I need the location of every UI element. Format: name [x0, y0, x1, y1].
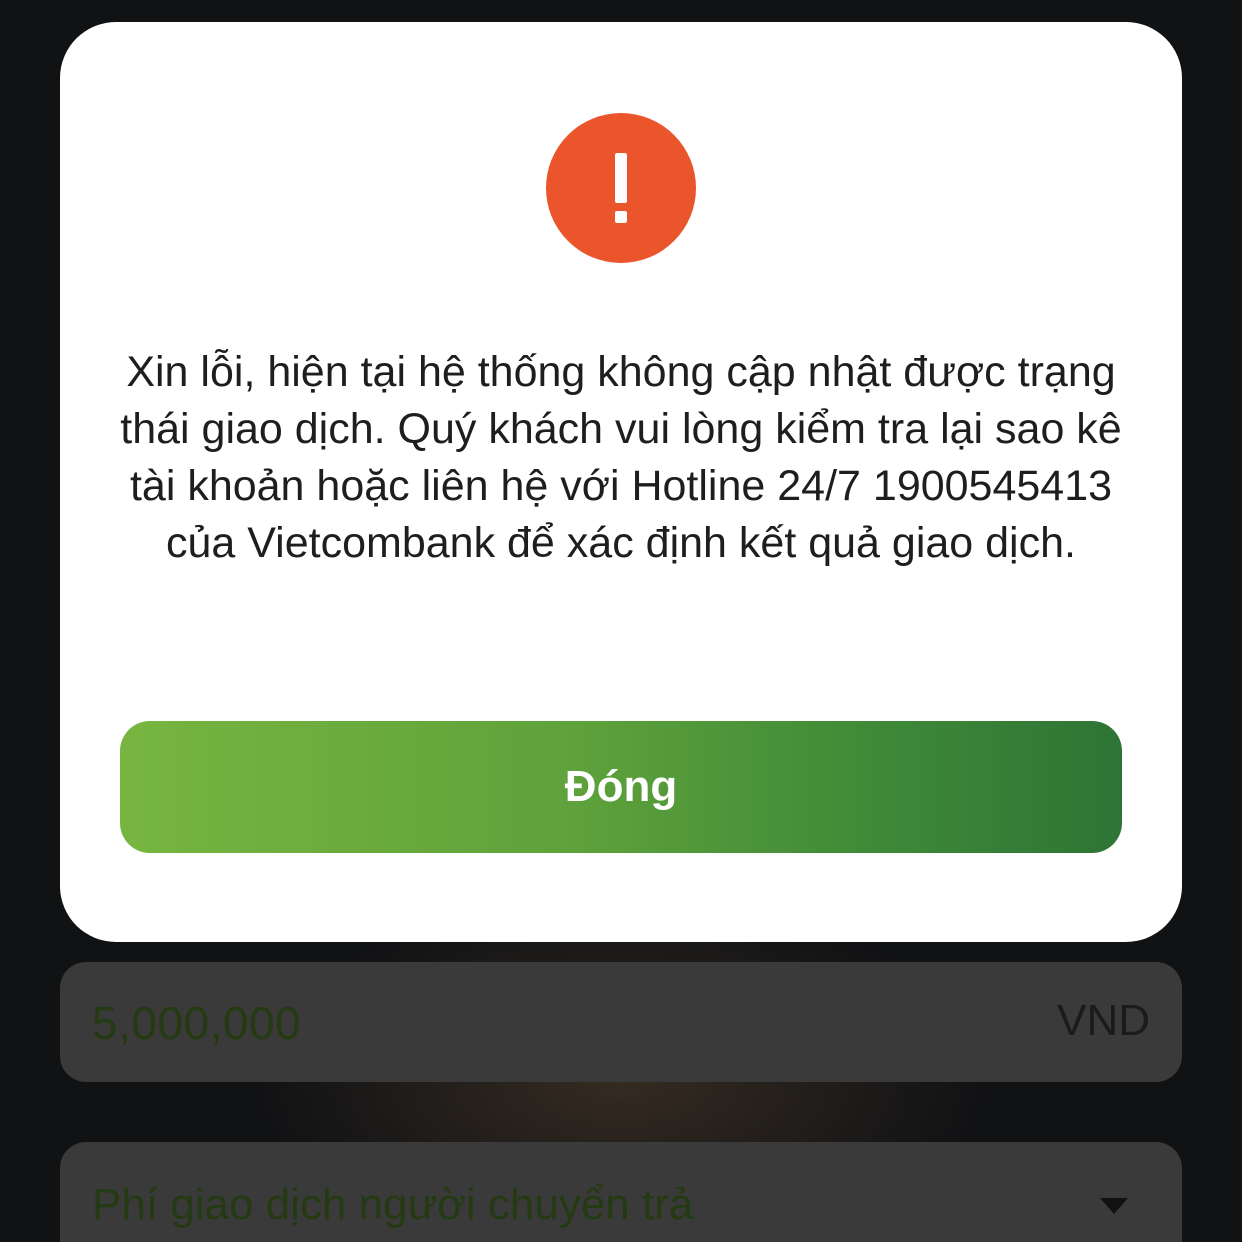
exclamation-icon	[546, 113, 696, 263]
exclamation-dot	[615, 211, 627, 223]
fee-payer-select[interactable]: Phí giao dịch người chuyển trả	[60, 1142, 1182, 1242]
exclamation-bar	[615, 153, 627, 203]
close-button[interactable]: Đóng	[120, 721, 1122, 853]
error-dialog: Xin lỗi, hiện tại hệ thống không cập nhậ…	[60, 22, 1182, 942]
currency-label: VND	[1057, 996, 1150, 1045]
fee-payer-label: Phí giao dịch người chuyển trả	[92, 1180, 694, 1229]
amount-value: 5,000,000	[92, 997, 302, 1049]
amount-field[interactable]: 5,000,000 VND	[60, 962, 1182, 1082]
chevron-down-icon	[1100, 1198, 1128, 1214]
error-message: Xin lỗi, hiện tại hệ thống không cập nhậ…	[120, 348, 1122, 567]
